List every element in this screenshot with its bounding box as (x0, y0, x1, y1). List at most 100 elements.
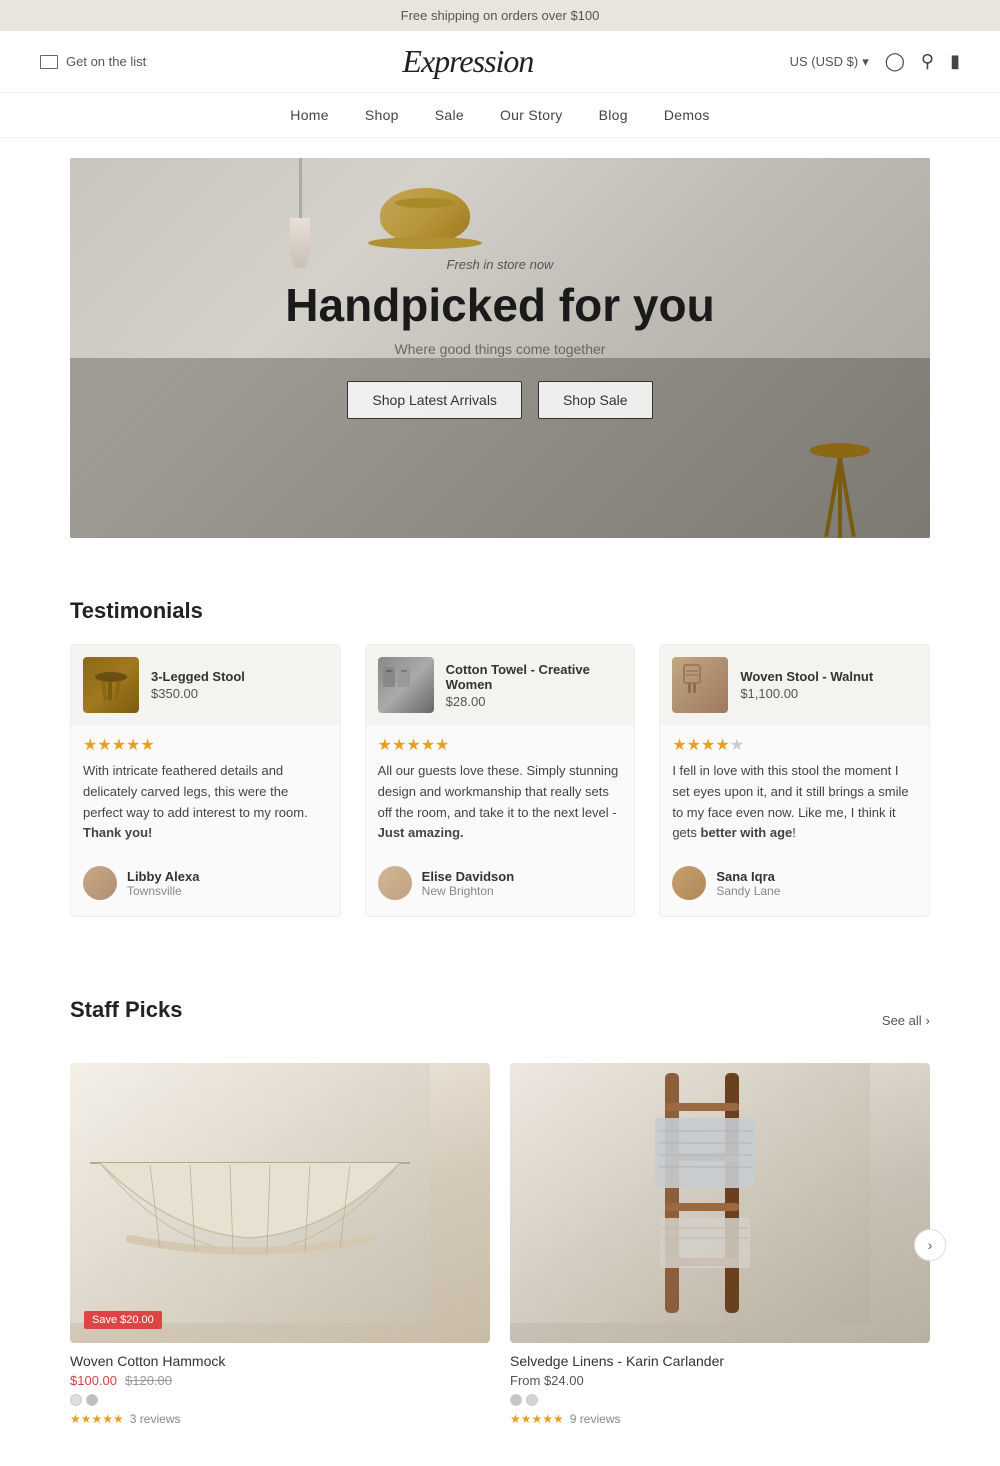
staff-picks-section: Staff Picks See all › (0, 957, 1000, 1466)
hero-title: Handpicked for you (285, 280, 714, 331)
product-name: Cotton Towel - Creative Women (446, 662, 623, 692)
nav-shop[interactable]: Shop (365, 107, 399, 123)
color-swatch[interactable] (86, 1394, 98, 1406)
author-location: Townsville (127, 884, 199, 898)
author-info: Elise Davidson New Brighton (422, 869, 514, 898)
hero-description: Where good things come together (285, 341, 714, 357)
product-rating: ★★★★★ 3 reviews (70, 1412, 490, 1426)
save-badge: Save $20.00 (84, 1311, 162, 1329)
main-nav: Home Shop Sale Our Story Blog Demos (0, 93, 1000, 138)
email-label: Get on the list (66, 54, 146, 69)
product-price: $1,100.00 (740, 686, 873, 701)
site-logo[interactable]: Expression (402, 43, 533, 80)
review-stars: ★★★★★ (71, 725, 340, 761)
product-price-row: From $24.00 (510, 1373, 930, 1388)
shop-arrivals-button[interactable]: Shop Latest Arrivals (347, 381, 522, 419)
side-table-decoration (810, 443, 870, 538)
product-info: Selvedge Linens - Karin Carlander From $… (510, 1353, 930, 1426)
testimonial-author: Elise Davidson New Brighton (366, 854, 635, 900)
nav-demos[interactable]: Demos (664, 107, 710, 123)
author-location: New Brighton (422, 884, 514, 898)
testimonial-product-info: 3-Legged Stool $350.00 (151, 669, 245, 701)
testimonials-grid: 3-Legged Stool $350.00 ★★★★★ With intric… (70, 644, 930, 917)
review-stars: ★★★★★ (660, 725, 929, 761)
testimonial-card: 3-Legged Stool $350.00 ★★★★★ With intric… (70, 644, 341, 917)
cart-icon[interactable]: ▮ (950, 51, 960, 72)
testimonial-product-info: Woven Stool - Walnut $1,100.00 (740, 669, 873, 701)
product-info: Woven Cotton Hammock $100.00 $120.00 ★★★… (70, 1353, 490, 1426)
product-rating: ★★★★★ 9 reviews (510, 1412, 930, 1426)
staff-picks-grid: Save $20.00 Woven Cotton Hammock $100.00… (70, 1063, 930, 1426)
product-price-row: $100.00 $120.00 (70, 1373, 490, 1388)
envelope-icon (40, 55, 58, 69)
nav-blog[interactable]: Blog (599, 107, 628, 123)
product-card: Selvedge Linens - Karin Carlander From $… (510, 1063, 930, 1426)
testimonial-text: With intricate feathered details and del… (71, 761, 340, 844)
testimonial-product: Woven Stool - Walnut $1,100.00 (660, 645, 929, 725)
author-location: Sandy Lane (716, 884, 780, 898)
product-card: Save $20.00 Woven Cotton Hammock $100.00… (70, 1063, 490, 1426)
color-swatches (70, 1394, 490, 1406)
author-name: Libby Alexa (127, 869, 199, 884)
product-title: Woven Cotton Hammock (70, 1353, 490, 1369)
testimonials-title: Testimonials (70, 598, 930, 624)
author-avatar (83, 866, 117, 900)
currency-selector[interactable]: US (USD $) ▾ (790, 54, 869, 70)
email-signup[interactable]: Get on the list (40, 54, 146, 69)
announcement-text: Free shipping on orders over $100 (401, 8, 600, 23)
hero-buttons: Shop Latest Arrivals Shop Sale (285, 381, 714, 419)
account-icon[interactable]: ◯ (885, 51, 905, 72)
color-swatch[interactable] (70, 1394, 82, 1406)
testimonial-author: Sana Iqra Sandy Lane (660, 854, 929, 900)
rating-stars: ★★★★★ (70, 1412, 124, 1426)
author-name: Elise Davidson (422, 869, 514, 884)
review-count: 9 reviews (570, 1412, 621, 1426)
nav-sale[interactable]: Sale (435, 107, 464, 123)
hat-decoration (380, 188, 470, 243)
product-thumbnail (672, 657, 728, 713)
nav-our-story[interactable]: Our Story (500, 107, 563, 123)
product-title: Selvedge Linens - Karin Carlander (510, 1353, 930, 1369)
testimonial-card: Cotton Towel - Creative Women $28.00 ★★★… (365, 644, 636, 917)
product-image[interactable] (510, 1063, 930, 1343)
price-current: $100.00 (70, 1373, 117, 1388)
color-swatch[interactable] (526, 1394, 538, 1406)
chevron-right-icon: › (926, 1013, 930, 1028)
product-price: $350.00 (151, 686, 245, 701)
testimonials-section: Testimonials 3-Legged Stool $350.00 (0, 558, 1000, 957)
product-thumbnail (83, 657, 139, 713)
staff-picks-header: Staff Picks See all › (70, 997, 930, 1043)
price-from: From $24.00 (510, 1373, 584, 1388)
product-price: $28.00 (446, 694, 623, 709)
testimonial-text: All our guests love these. Simply stunni… (366, 761, 635, 844)
author-name: Sana Iqra (716, 869, 780, 884)
color-swatch[interactable] (510, 1394, 522, 1406)
testimonial-product: Cotton Towel - Creative Women $28.00 (366, 645, 635, 725)
header: Get on the list Expression US (USD $) ▾ … (0, 31, 1000, 93)
see-all-link[interactable]: See all › (882, 1013, 930, 1028)
product-thumbnail (378, 657, 434, 713)
next-arrow-button[interactable]: › (914, 1229, 946, 1261)
testimonial-product-info: Cotton Towel - Creative Women $28.00 (446, 662, 623, 709)
testimonial-card: Woven Stool - Walnut $1,100.00 ★★★★★ I f… (659, 644, 930, 917)
hero-content: Fresh in store now Handpicked for you Wh… (285, 257, 714, 419)
author-avatar (672, 866, 706, 900)
product-image[interactable]: Save $20.00 (70, 1063, 490, 1343)
color-swatches (510, 1394, 930, 1406)
author-info: Sana Iqra Sandy Lane (716, 869, 780, 898)
shop-sale-button[interactable]: Shop Sale (538, 381, 653, 419)
pendant-lamp-decoration (290, 158, 310, 268)
author-avatar (378, 866, 412, 900)
currency-label: US (USD $) (790, 54, 859, 69)
rating-stars: ★★★★★ (510, 1412, 564, 1426)
search-icon[interactable]: ⚲ (921, 51, 934, 72)
testimonial-text: I fell in love with this stool the momen… (660, 761, 929, 844)
hero-section: Fresh in store now Handpicked for you Wh… (70, 158, 930, 538)
product-name: Woven Stool - Walnut (740, 669, 873, 684)
nav-home[interactable]: Home (290, 107, 329, 123)
currency-arrow: ▾ (862, 54, 869, 70)
author-info: Libby Alexa Townsville (127, 869, 199, 898)
product-name: 3-Legged Stool (151, 669, 245, 684)
price-original: $120.00 (125, 1373, 172, 1388)
announcement-bar: Free shipping on orders over $100 (0, 0, 1000, 31)
